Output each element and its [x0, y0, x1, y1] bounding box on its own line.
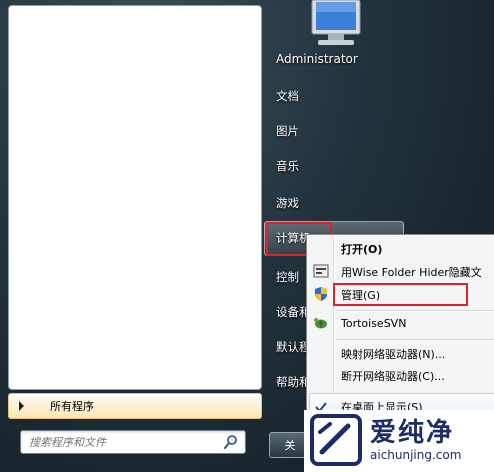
right-item-documents[interactable]: 文档	[276, 88, 299, 104]
menu-item-map-network-drive[interactable]: 映射网络驱动器(N)...	[341, 346, 445, 362]
computer-icon	[311, 0, 361, 45]
watermark-title: 爱纯净	[370, 418, 455, 448]
menu-item-tortoisesvn[interactable]: TortoiseSVN	[341, 317, 406, 330]
watermark-logo-icon	[310, 414, 362, 466]
right-item-music[interactable]: 音乐	[276, 158, 299, 174]
pinned-programs-panel	[8, 5, 262, 390]
menu-separator	[337, 310, 494, 312]
right-item-games[interactable]: 游戏	[276, 195, 299, 211]
menu-item-disconnect-network-drive[interactable]: 断开网络驱动器(C)...	[341, 368, 445, 384]
wise-folder-hider-icon	[313, 264, 329, 278]
triangle-right-icon	[19, 401, 24, 411]
all-programs-button[interactable]: 所有程序	[8, 393, 262, 419]
watermark: 爱纯净 aichunjing.com	[304, 410, 494, 472]
context-menu: 打开(O) 用Wise Folder Hider隐藏文 管理(G) Tortoi…	[306, 234, 494, 426]
uac-shield-icon	[315, 287, 327, 301]
manage-red-highlight	[333, 283, 468, 306]
all-programs-label: 所有程序	[50, 400, 94, 413]
menu-item-wise-folder-hider[interactable]: 用Wise Folder Hider隐藏文	[341, 264, 482, 280]
search-box[interactable]	[20, 430, 246, 454]
right-item-pictures[interactable]: 图片	[276, 123, 299, 139]
right-item-control-panel[interactable]: 控制	[276, 269, 299, 285]
search-input[interactable]	[27, 433, 221, 451]
shutdown-label: 关	[284, 439, 296, 452]
user-name[interactable]: Administrator	[276, 52, 358, 66]
menu-separator	[337, 339, 494, 341]
menu-item-open[interactable]: 打开(O)	[341, 241, 382, 257]
watermark-subtitle: aichunjing.com	[370, 448, 462, 462]
search-icon[interactable]	[223, 434, 239, 450]
tortoisesvn-icon	[313, 317, 327, 329]
